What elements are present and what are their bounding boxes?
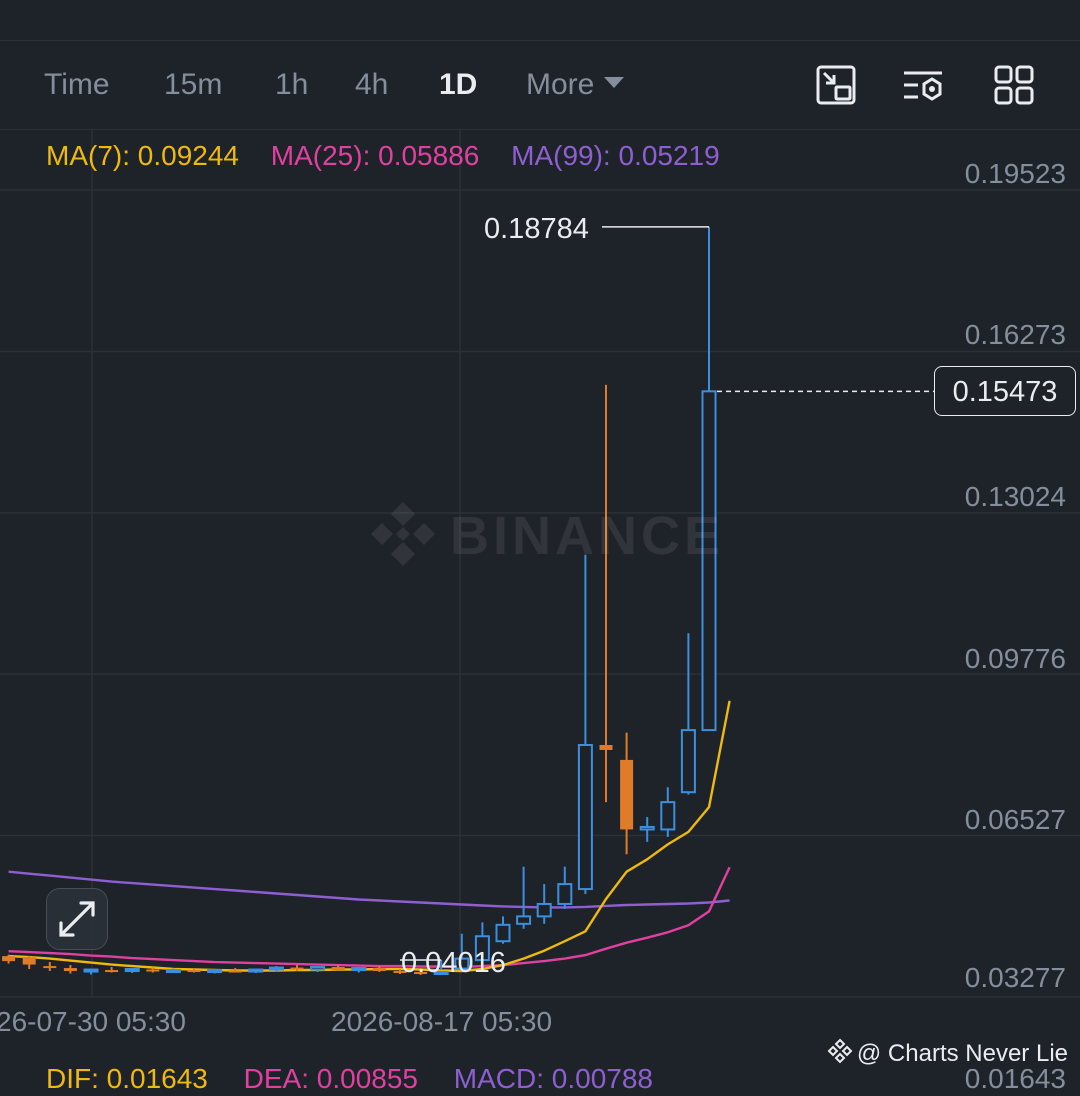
current-price-tag[interactable]: 0.15473 xyxy=(934,366,1076,416)
price-axis-label: 0.16273 xyxy=(964,319,1066,350)
candle-body-up xyxy=(680,729,696,794)
price-axis-label: 0.13024 xyxy=(964,481,1066,512)
candle-body-up xyxy=(83,968,99,973)
candle-body-up xyxy=(577,744,593,891)
credit-text: @ Charts Never Lie xyxy=(856,1040,1068,1067)
candle-body-up xyxy=(351,967,367,972)
candle-body-down xyxy=(43,966,57,969)
ma99-legend: MA(99): 0.05219 xyxy=(511,140,720,171)
candle-body-up xyxy=(536,902,552,918)
candle-body-up xyxy=(207,969,223,974)
watermark-text: BINANCE xyxy=(450,506,725,566)
candle-body-up xyxy=(516,915,532,925)
binance-logo-icon xyxy=(371,502,435,566)
price-axis-label: 0.19523 xyxy=(964,158,1066,189)
candle-body-down xyxy=(290,967,304,970)
price-axis-label: 0.03277 xyxy=(964,962,1066,993)
low-price-label: 0.04016 xyxy=(401,947,506,979)
candle-body-down xyxy=(228,970,242,973)
macd-dif: DIF: 0.01643 xyxy=(46,1063,208,1094)
candle-body-up xyxy=(268,966,284,971)
macd-value: MACD: 0.00788 xyxy=(453,1063,653,1094)
candle-body-down xyxy=(105,970,119,973)
candle-body-down xyxy=(2,956,16,962)
candle-body-down xyxy=(331,967,345,971)
price-axis-label: 0.09776 xyxy=(964,643,1066,674)
binance-watermark: BINANCE xyxy=(368,500,728,568)
candle-body-up xyxy=(495,923,511,943)
binance-small-icon xyxy=(827,1038,853,1064)
candle-body-down xyxy=(22,957,36,965)
candle-body-up xyxy=(557,883,573,905)
ma-legend: MA(7): 0.09244 MA(25): 0.05886 MA(99): 0… xyxy=(46,138,744,174)
ma25-legend: MA(25): 0.05886 xyxy=(270,140,480,171)
candle-body-up xyxy=(639,825,655,831)
time-axis-label: 26-07-30 05:30 xyxy=(0,1006,186,1037)
fullscreen-button[interactable] xyxy=(46,888,108,950)
candle-body-up xyxy=(165,969,181,974)
macd-dea: DEA: 0.00855 xyxy=(243,1063,418,1094)
high-price-label: 0.18784 xyxy=(484,213,589,245)
candle-body-up xyxy=(124,968,140,973)
candle-body-up xyxy=(310,966,326,971)
macd-legend: DIF: 0.01643 DEA: 0.00855 MACD: 0.00788 xyxy=(46,1062,681,1096)
ma7-legend: MA(7): 0.09244 xyxy=(46,140,239,171)
candles xyxy=(2,226,717,976)
price-axis-label: 0.06527 xyxy=(964,804,1066,835)
candle-body-down xyxy=(187,970,201,973)
candle-body-down xyxy=(63,968,77,972)
credit-watermark: @ Charts Never Lie xyxy=(824,1038,1070,1069)
chart-annotations xyxy=(400,226,934,961)
expand-arrows-icon xyxy=(59,901,95,937)
candle-body-up xyxy=(248,968,264,973)
candle-body-down xyxy=(146,969,160,972)
candle-body-down xyxy=(620,759,634,830)
candle-body-down xyxy=(372,968,386,972)
time-axis-label: 2026-08-17 05:30 xyxy=(331,1006,553,1037)
candle-body-up xyxy=(660,801,676,831)
candle-body-down xyxy=(599,745,613,750)
